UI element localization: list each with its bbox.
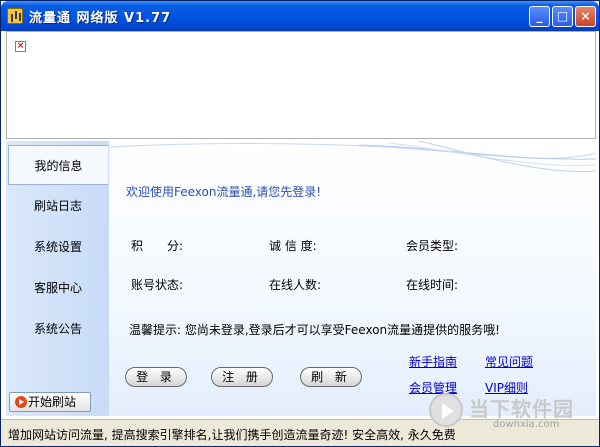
sidebar-item-my-info[interactable]: 我的信息 xyxy=(8,145,108,185)
sidebar: 我的信息 刷站日志 系统设置 客服中心 系统公告 xyxy=(6,141,109,416)
points-label: 积 分: xyxy=(131,239,184,253)
maximize-button[interactable]: □ xyxy=(552,6,573,27)
minimize-button[interactable]: _ xyxy=(529,6,550,27)
sidebar-item-support[interactable]: 客服中心 xyxy=(8,268,108,308)
close-button[interactable]: × xyxy=(575,6,596,27)
guide-link[interactable]: 新手指南 xyxy=(409,353,457,370)
banner-area: × xyxy=(6,31,596,139)
play-icon xyxy=(15,396,27,408)
watermark: 当下软件园 downxia.com xyxy=(429,393,599,433)
start-button-label: 开始刷站 xyxy=(28,395,77,409)
start-button[interactable]: 开始刷站 xyxy=(9,392,91,412)
member-type-label: 会员类型: xyxy=(406,239,459,253)
sidebar-item-announcements[interactable]: 系统公告 xyxy=(8,309,108,349)
sidebar-item-settings[interactable]: 系统设置 xyxy=(8,227,108,267)
app-icon xyxy=(7,8,23,24)
online-users-label: 在线人数: xyxy=(269,278,322,292)
register-button[interactable]: 注 册 xyxy=(211,367,273,387)
app-window: 流量通 网络版 V1.77 _ □ × × 我的信息 刷站日志 系统设置 客服中… xyxy=(0,0,600,447)
refresh-button[interactable]: 刷 新 xyxy=(300,367,362,387)
watermark-play-icon xyxy=(429,393,463,427)
title-bar[interactable]: 流量通 网络版 V1.77 _ □ × xyxy=(1,1,599,31)
account-status-label: 账号状态: xyxy=(131,278,184,292)
welcome-message: 欢迎使用Feexon流量通,请您先登录! xyxy=(126,185,322,199)
login-button[interactable]: 登 录 xyxy=(125,367,187,387)
main-panel: 欢迎使用Feexon流量通,请您先登录! 积 分: 诚 信 度: 会员类型: 账… xyxy=(109,141,596,416)
window-title: 流量通 网络版 V1.77 xyxy=(29,11,172,26)
online-time-label: 在线时间: xyxy=(406,278,459,292)
watermark-url: downxia.com xyxy=(493,419,560,430)
broken-image-icon: × xyxy=(15,41,26,52)
tip-message: 温馨提示: 您尚未登录,登录后才可以享受Feexon流量通提供的服务哦! xyxy=(129,323,500,337)
credit-label: 诚 信 度: xyxy=(269,239,317,253)
faq-link[interactable]: 常见问题 xyxy=(485,353,533,370)
sidebar-item-log[interactable]: 刷站日志 xyxy=(8,186,108,226)
watermark-title: 当下软件园 xyxy=(469,397,574,421)
status-text: 增加网站访问流量, 提高搜索引擎排名,让我们携手创造流量奇迹! 安全高效, 永久… xyxy=(8,428,456,442)
